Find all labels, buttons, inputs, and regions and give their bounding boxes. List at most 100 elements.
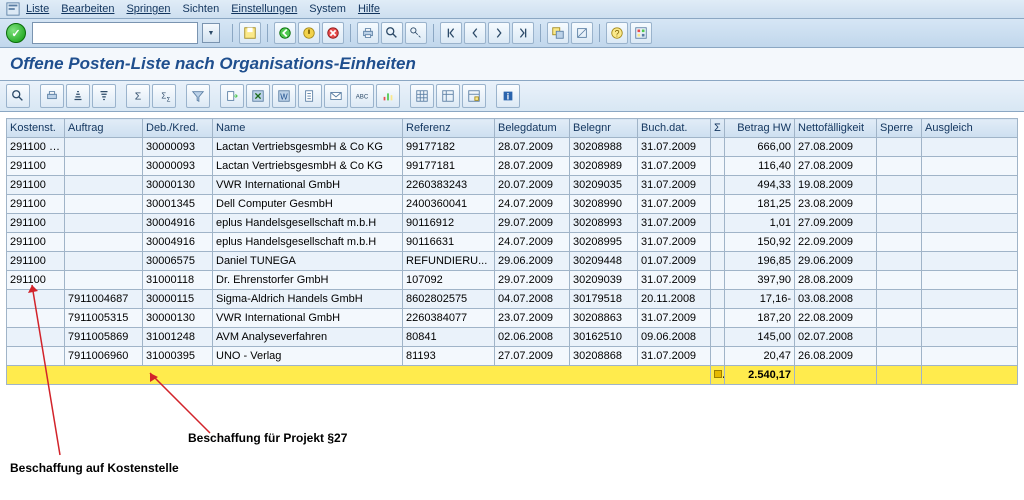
cell-sperre[interactable]	[877, 157, 922, 176]
graphic-button[interactable]	[376, 84, 400, 108]
cell-sperre[interactable]	[877, 271, 922, 290]
cell-name[interactable]: UNO - Verlag	[213, 347, 403, 366]
mail-button[interactable]	[324, 84, 348, 108]
enter-button[interactable]: ✓	[6, 23, 26, 43]
cell-betrag[interactable]: 397,90	[725, 271, 795, 290]
table-row[interactable]: 791100586931001248AVM Analyseverfahren80…	[7, 328, 1018, 347]
exit-button[interactable]	[298, 22, 320, 44]
cell-referenz[interactable]: 107092	[403, 271, 495, 290]
cell-auftrag[interactable]	[65, 138, 143, 157]
cell-belegnr[interactable]: 30208868	[570, 347, 638, 366]
table-row[interactable]: 291100 30000130VWR International GmbH2260…	[7, 176, 1018, 195]
subtotal-button[interactable]: ΣΣ	[152, 84, 176, 108]
cell-debkred[interactable]: 30004916	[143, 233, 213, 252]
table-row[interactable]: 29110030004916eplus Handelsgesellschaft …	[7, 214, 1018, 233]
prev-page-button[interactable]	[464, 22, 486, 44]
cell-name[interactable]: Daniel TUNEGA	[213, 252, 403, 271]
cell-belegnr[interactable]: 30179518	[570, 290, 638, 309]
table-row[interactable]: 29110030001345Dell Computer GesmbH240036…	[7, 195, 1018, 214]
cell-referenz[interactable]: 8602802575	[403, 290, 495, 309]
cell-sperre[interactable]	[877, 290, 922, 309]
cell-nettof[interactable]: 23.08.2009	[795, 195, 877, 214]
cell-debkred[interactable]: 30000115	[143, 290, 213, 309]
menu-system[interactable]: System	[309, 3, 346, 15]
cell-sperre[interactable]	[877, 195, 922, 214]
cell-auftrag[interactable]	[65, 176, 143, 195]
cell-nettof[interactable]: 27.08.2009	[795, 138, 877, 157]
col-nettof[interactable]: Nettofälligkeit	[795, 119, 877, 138]
back-button[interactable]	[274, 22, 296, 44]
cell-belegdatum[interactable]: 24.07.2009	[495, 233, 570, 252]
col-belegnr[interactable]: Belegnr	[570, 119, 638, 138]
cell-ausgleich[interactable]	[922, 252, 1018, 271]
cell-betrag[interactable]: 150,92	[725, 233, 795, 252]
cell-referenz[interactable]: 2260384077	[403, 309, 495, 328]
cell-belegnr[interactable]: 30162510	[570, 328, 638, 347]
last-page-button[interactable]	[512, 22, 534, 44]
cell-buchdat[interactable]: 31.07.2009	[638, 176, 711, 195]
col-belegdatum[interactable]: Belegdatum	[495, 119, 570, 138]
cell-name[interactable]: VWR International GmbH	[213, 176, 403, 195]
details-button[interactable]	[6, 84, 30, 108]
table-row[interactable]: 29110030004916eplus Handelsgesellschaft …	[7, 233, 1018, 252]
cell-debkred[interactable]: 30000093	[143, 157, 213, 176]
cell-nettof[interactable]: 22.09.2009	[795, 233, 877, 252]
cell-auftrag[interactable]: 7911005869	[65, 328, 143, 347]
generate-shortcut-button[interactable]	[571, 22, 593, 44]
cell-name[interactable]: Sigma-Aldrich Handels GmbH	[213, 290, 403, 309]
cell-ausgleich[interactable]	[922, 138, 1018, 157]
cell-buchdat[interactable]: 31.07.2009	[638, 157, 711, 176]
first-page-button[interactable]	[440, 22, 462, 44]
cell-belegnr[interactable]: 30208990	[570, 195, 638, 214]
cell-name[interactable]: eplus Handelsgesellschaft m.b.H	[213, 214, 403, 233]
cell-auftrag[interactable]: 7911006960	[65, 347, 143, 366]
cell-belegdatum[interactable]: 28.07.2009	[495, 157, 570, 176]
cell-kostenst[interactable]	[7, 328, 65, 347]
cell-betrag[interactable]: 181,25	[725, 195, 795, 214]
cell-betrag[interactable]: 145,00	[725, 328, 795, 347]
cell-belegnr[interactable]: 30208995	[570, 233, 638, 252]
cell-betrag[interactable]: 17,16-	[725, 290, 795, 309]
cell-kostenst[interactable]	[7, 347, 65, 366]
filter-button[interactable]	[186, 84, 210, 108]
cell-sperre[interactable]	[877, 138, 922, 157]
cell-buchdat[interactable]: 31.07.2009	[638, 233, 711, 252]
cell-name[interactable]: AVM Analyseverfahren	[213, 328, 403, 347]
cell-belegnr[interactable]: 30208989	[570, 157, 638, 176]
cell-auftrag[interactable]	[65, 157, 143, 176]
cell-ausgleich[interactable]	[922, 290, 1018, 309]
cell-buchdat[interactable]: 31.07.2009	[638, 271, 711, 290]
col-buchdat[interactable]: Buch.dat.	[638, 119, 711, 138]
save-button[interactable]	[239, 22, 261, 44]
table-row[interactable]: 29110030006575Daniel TUNEGAREFUNDIERU...…	[7, 252, 1018, 271]
command-field[interactable]	[32, 22, 198, 44]
cell-referenz[interactable]: 90116631	[403, 233, 495, 252]
col-auftrag[interactable]: Auftrag	[65, 119, 143, 138]
cell-debkred[interactable]: 31000118	[143, 271, 213, 290]
cell-kostenst[interactable]: 291100	[7, 195, 65, 214]
cell-ausgleich[interactable]	[922, 214, 1018, 233]
cell-nettof[interactable]: 27.09.2009	[795, 214, 877, 233]
col-debkred[interactable]: Deb./Kred.	[143, 119, 213, 138]
cell-name[interactable]: Dr. Ehrenstorfer GmbH	[213, 271, 403, 290]
new-session-button[interactable]	[547, 22, 569, 44]
cell-sperre[interactable]	[877, 176, 922, 195]
excel-button[interactable]	[246, 84, 270, 108]
cell-betrag[interactable]: 666,00	[725, 138, 795, 157]
cell-kostenst[interactable]: 291100	[7, 252, 65, 271]
cell-nettof[interactable]: 27.08.2009	[795, 157, 877, 176]
customize-layout-button[interactable]	[630, 22, 652, 44]
table-row[interactable]: 29110031000118Dr. Ehrenstorfer GmbH10709…	[7, 271, 1018, 290]
col-kostenst[interactable]: Kostenst.	[7, 119, 65, 138]
cell-referenz[interactable]: 90116912	[403, 214, 495, 233]
cell-name[interactable]: eplus Handelsgesellschaft m.b.H	[213, 233, 403, 252]
cell-sperre[interactable]	[877, 214, 922, 233]
cell-sperre[interactable]	[877, 309, 922, 328]
cell-debkred[interactable]: 30000130	[143, 176, 213, 195]
cell-belegnr[interactable]: 30208988	[570, 138, 638, 157]
cell-kostenst[interactable]: 291100	[7, 176, 65, 195]
cell-auftrag[interactable]: 7911005315	[65, 309, 143, 328]
cell-referenz[interactable]: 2260383243	[403, 176, 495, 195]
menu-einstellungen[interactable]: Einstellungen	[231, 3, 297, 15]
cell-sperre[interactable]	[877, 347, 922, 366]
